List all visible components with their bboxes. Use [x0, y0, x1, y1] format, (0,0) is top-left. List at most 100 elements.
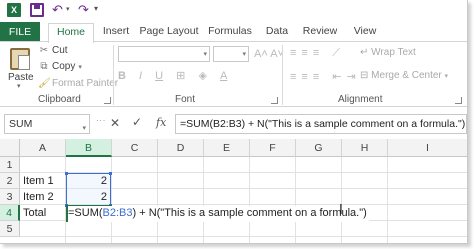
bold-icon[interactable]: B [118, 70, 126, 82]
wrap-text-label: Wrap Text [371, 47, 416, 58]
cancel-icon[interactable]: ✕ [110, 116, 120, 130]
formula-bar: SUM ▾ ⋮ ✕ ✓ fx =SUM(B2:B3) + N("This is … [0, 112, 467, 136]
cell-a4[interactable]: Total [20, 205, 65, 221]
worksheet-grid: A B C D E F G H I 1 2 3 4 5 Item 1 2 Ite… [0, 139, 467, 243]
ribbon-tabs: FILE Home Insert Page Layout Formulas Da… [0, 20, 467, 43]
gridline [20, 236, 467, 237]
row-header-3[interactable]: 3 [0, 189, 20, 205]
column-header-g[interactable]: G [296, 139, 342, 157]
save-icon[interactable] [30, 3, 44, 17]
gridline [341, 157, 342, 243]
alignment-launcher-icon[interactable] [455, 97, 462, 104]
paste-icon[interactable] [10, 48, 30, 70]
row-header-2[interactable]: 2 [0, 173, 20, 189]
wrap-text-icon: ↵ [360, 47, 369, 58]
font-launcher-icon[interactable] [271, 97, 278, 104]
tab-file[interactable]: FILE [0, 22, 40, 42]
merge-icon: ⊟ [360, 70, 369, 81]
alignment-group-label: Alignment [338, 94, 383, 105]
quick-access-toolbar: X ↶ ▾ ↷ ▾ [0, 0, 467, 20]
tab-data[interactable]: Data [262, 23, 292, 42]
gridline [203, 157, 204, 243]
column-header-h[interactable]: H [342, 139, 388, 157]
resize-handle-icon[interactable]: ⋮ [96, 116, 106, 125]
excel-logo-icon: X [7, 3, 21, 17]
format-painter-label: Format Painter [52, 78, 119, 89]
paintbrush-icon: 🖌 [38, 78, 51, 89]
copy-dropdown-icon[interactable]: ▾ [78, 64, 82, 71]
ribbon-home: Paste ▾ ✂ Cut ⧉ Copy ▾ 🖌Format Painter Clip… [0, 41, 467, 107]
gridline [295, 157, 296, 243]
row-header-4[interactable]: 4 [0, 205, 20, 221]
column-header-c[interactable]: C [112, 139, 158, 157]
cell-b2[interactable]: 2 [66, 173, 111, 189]
chevron-down-icon: ▾ [242, 51, 246, 58]
underline-icon[interactable]: U [155, 70, 163, 82]
column-header-a[interactable]: A [20, 139, 66, 157]
tab-formulas[interactable]: Formulas [206, 23, 254, 42]
column-header-e[interactable]: E [204, 139, 250, 157]
font-color-icon[interactable]: A [220, 70, 227, 82]
name-box-value: SUM [9, 118, 33, 130]
formula-suffix: ) + N("This is a sample comment on a for… [132, 207, 367, 219]
gridline [111, 157, 112, 243]
scissors-icon: ✂ [39, 45, 49, 56]
cell-a3[interactable]: Item 2 [20, 189, 65, 205]
chevron-down-icon: ▾ [444, 73, 449, 80]
tab-page-layout[interactable]: Page Layout [138, 23, 200, 42]
wrap-text-button[interactable]: ↵ Wrap Text [360, 47, 416, 58]
cell-b3[interactable]: 2 [66, 189, 111, 205]
row-header-5[interactable]: 5 [0, 221, 20, 237]
clipboard-group-label: Clipboard [38, 94, 81, 105]
fill-color-icon[interactable]: ◈ [198, 69, 206, 82]
font-style-buttons: B I U ⊞ ◈ A [118, 69, 237, 85]
cut-label: Cut [52, 45, 68, 56]
tab-insert[interactable]: Insert [98, 23, 134, 42]
tab-review[interactable]: Review [300, 23, 340, 42]
column-header-f[interactable]: F [250, 139, 296, 157]
redo-icon[interactable]: ↷ [78, 3, 92, 17]
format-painter-button[interactable]: 🖌Format Painter [38, 77, 118, 91]
gridline [249, 157, 250, 243]
formula-input[interactable]: =SUM(B2:B3) + N("This is a sample commen… [175, 114, 467, 134]
tab-view[interactable]: View [350, 23, 380, 42]
copy-icon: ⧉ [40, 61, 48, 72]
insert-function-icon[interactable]: fx [156, 116, 166, 129]
column-header-i[interactable]: I [388, 139, 467, 157]
font-name-select[interactable]: ▾ [118, 46, 210, 62]
clipboard-launcher-icon[interactable] [104, 97, 111, 104]
font-group-label: Font [175, 94, 196, 105]
borders-icon[interactable]: ⊞ [176, 69, 185, 82]
column-header-d[interactable]: D [158, 139, 204, 157]
excel-window: X ↶ ▾ ↷ ▾ FILE Home Insert Page Layout F… [0, 0, 468, 244]
merge-center-button[interactable]: ⊟ Merge & Center ▾ [360, 70, 448, 81]
font-size-select[interactable]: ▾ [213, 46, 249, 62]
group-divider [282, 45, 283, 105]
cut-button[interactable]: ✂ Cut [38, 44, 68, 58]
italic-icon[interactable]: I [139, 70, 142, 82]
column-header-b[interactable]: B [66, 139, 112, 157]
gridline [387, 157, 388, 243]
tab-home[interactable]: Home [48, 23, 94, 43]
horizontal-align-buttons[interactable]: ≡≡≡ ⇤⇥ [290, 70, 361, 83]
chevron-down-icon[interactable]: ▾ [82, 120, 86, 138]
gridline [157, 157, 158, 243]
name-box[interactable]: SUM ▾ [4, 114, 90, 134]
cell-a2[interactable]: Item 1 [20, 173, 65, 189]
vertical-align-buttons[interactable]: ≡≡≡ ⟋ [290, 47, 345, 60]
chevron-down-icon: ▾ [203, 51, 207, 58]
enter-icon[interactable]: ✓ [132, 115, 142, 129]
formula-range-reference: B2:B3 [102, 207, 133, 219]
select-all-button[interactable] [0, 139, 20, 157]
font-size-buttons[interactable]: A˄ A˅ [254, 48, 284, 60]
copy-button[interactable]: ⧉ Copy ▾ [38, 60, 82, 74]
paste-button[interactable]: Paste [8, 72, 34, 83]
customize-toolbar-icon[interactable]: ▾ [94, 4, 104, 16]
paste-dropdown-icon[interactable]: ▾ [17, 82, 21, 90]
undo-icon[interactable]: ↶ [52, 3, 66, 17]
cell-b4-editor[interactable]: =SUM(B2:B3) + N("This is a sample commen… [68, 206, 369, 222]
text-cursor-icon: I [339, 203, 343, 218]
formula-prefix: =SUM( [68, 207, 103, 219]
copy-label: Copy [52, 61, 76, 72]
row-header-1[interactable]: 1 [0, 157, 20, 173]
